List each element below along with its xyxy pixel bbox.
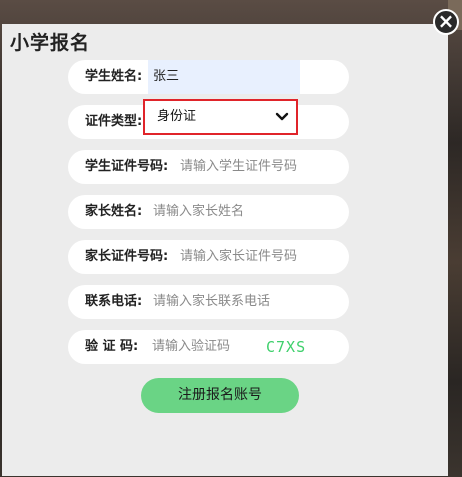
contact-phone-field[interactable]: 联系电话: 请输入家长联系电话 [68,285,349,319]
id-type-label: 证件类型: [85,114,143,129]
parent-id-number-label: 家长证件号码: [85,249,169,264]
captcha-input[interactable]: 请输入验证码 [152,330,230,364]
captcha-label: 验 证 码: [85,339,139,354]
student-name-input[interactable]: 张三 [153,60,179,94]
parent-id-number-input[interactable]: 请输入家长证件号码 [180,240,297,274]
parent-name-input[interactable]: 请输入家长姓名 [153,195,244,229]
registration-dialog: 小学报名 学生姓名: 张三 证件类型: 身份证 学生证件号码: 请输入学生证件号… [2,24,448,476]
id-type-selected: 身份证 [157,109,197,124]
student-id-number-input[interactable]: 请输入学生证件号码 [180,150,297,184]
dialog-title: 小学报名 [10,32,91,54]
register-button[interactable]: 注册报名账号 [141,378,299,413]
captcha-image[interactable]: C7XS [266,330,306,364]
student-id-number-label: 学生证件号码: [85,159,169,174]
id-type-select[interactable]: 身份证 [143,99,298,135]
id-type-field: 证件类型: 身份证 [68,99,349,139]
student-id-number-field[interactable]: 学生证件号码: 请输入学生证件号码 [68,150,349,184]
parent-id-number-field[interactable]: 家长证件号码: 请输入家长证件号码 [68,240,349,274]
contact-phone-label: 联系电话: [85,294,143,309]
contact-phone-input[interactable]: 请输入家长联系电话 [153,285,270,319]
parent-name-field[interactable]: 家长姓名: 请输入家长姓名 [68,195,349,229]
student-name-field[interactable]: 学生姓名: 张三 [68,60,349,94]
close-icon[interactable]: × [433,9,459,35]
captcha-field[interactable]: 验 证 码: 请输入验证码 C7XS [68,330,349,364]
student-name-label: 学生姓名: [85,69,143,84]
parent-name-label: 家长姓名: [85,204,143,219]
chevron-down-icon [275,112,289,121]
